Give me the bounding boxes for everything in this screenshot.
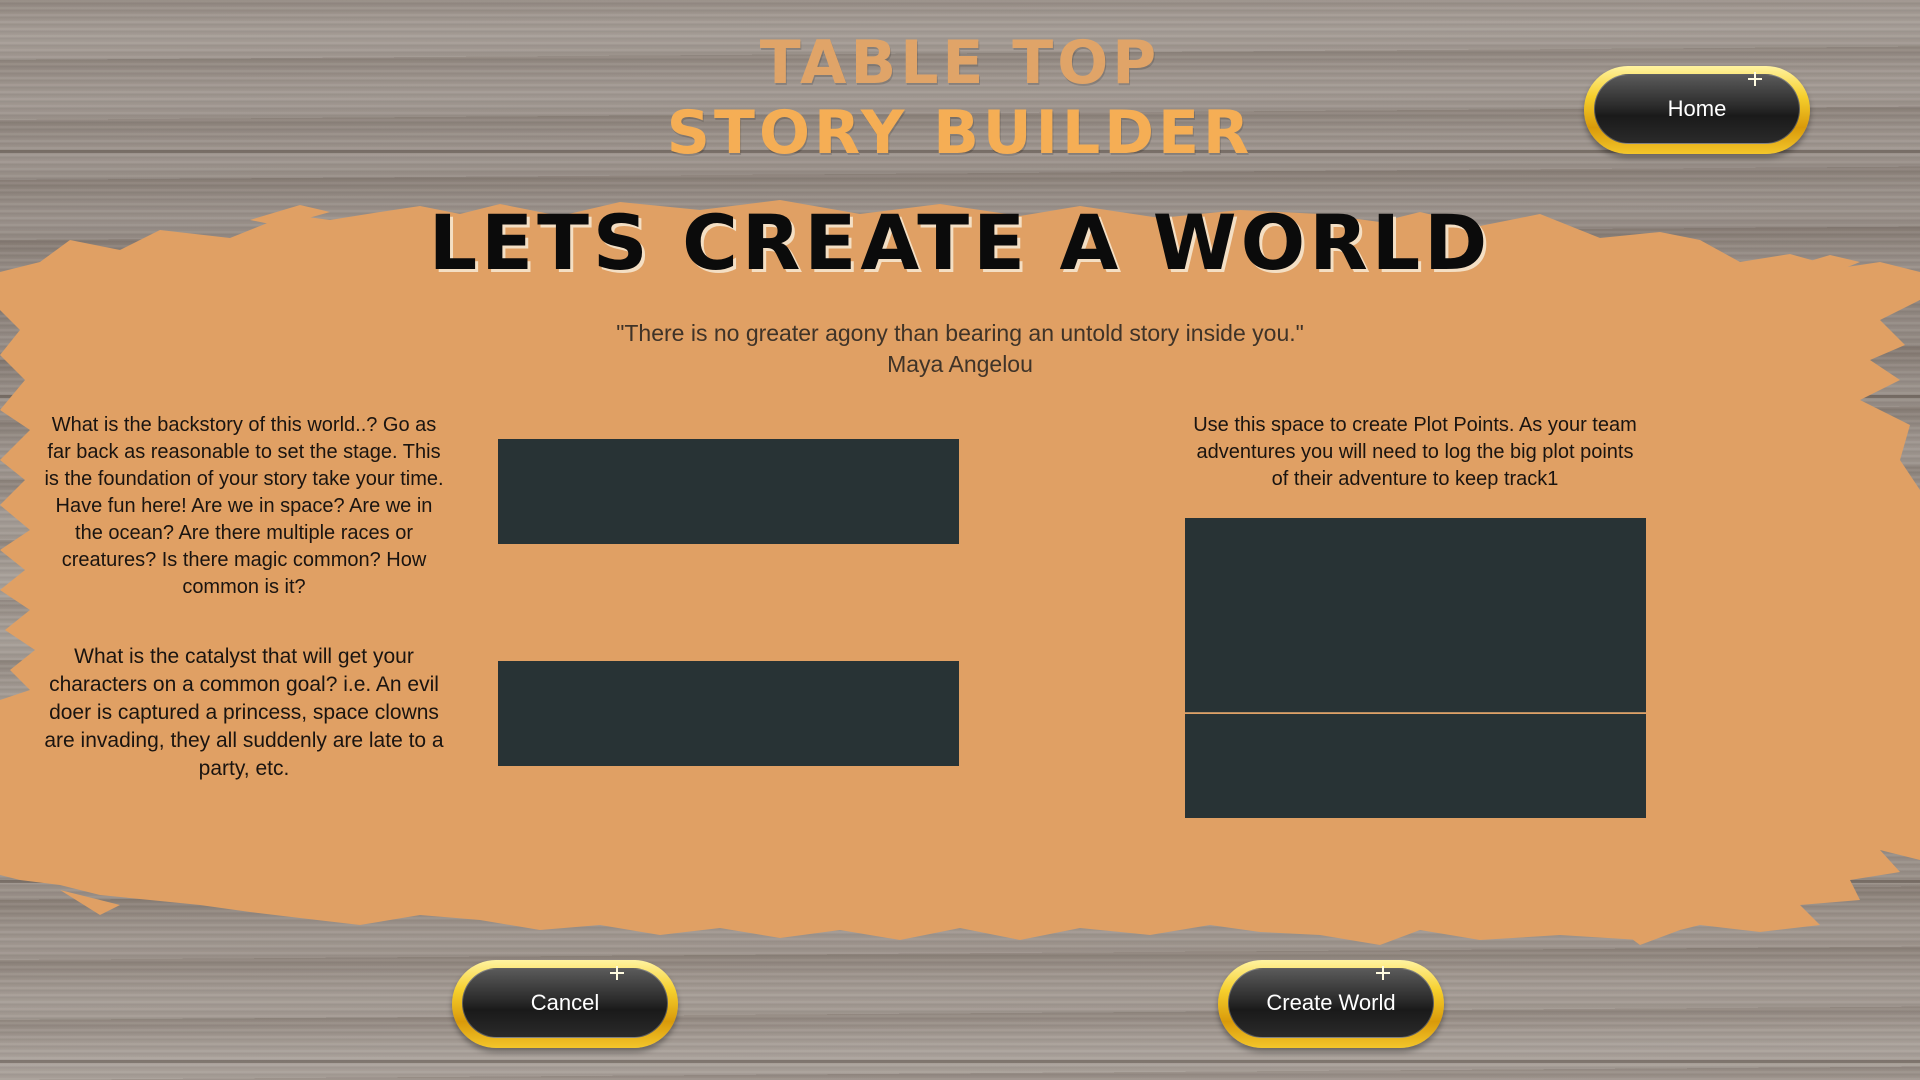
sparkle-icon (1748, 72, 1762, 86)
cancel-button[interactable]: Cancel (452, 960, 678, 1048)
cancel-button-label: Cancel (462, 968, 668, 1038)
home-button[interactable]: Home (1584, 66, 1810, 154)
backstory-input[interactable] (498, 439, 959, 544)
plot-points-input-primary[interactable] (1185, 518, 1646, 712)
quote-author: Maya Angelou (887, 351, 1033, 377)
plot-points-input-secondary[interactable] (1185, 714, 1646, 818)
sparkle-icon (610, 966, 624, 980)
quote-text: "There is no greater agony than bearing … (616, 320, 1304, 346)
catalyst-prompt: What is the catalyst that will get your … (44, 645, 444, 780)
sparkle-icon (1376, 966, 1390, 980)
page-title: LETS CREATE A WORLD (428, 198, 1492, 287)
plot-points-divider (1185, 712, 1646, 713)
create-world-button[interactable]: Create World (1218, 960, 1444, 1048)
create-world-button-label: Create World (1228, 968, 1434, 1038)
backstory-prompt: What is the backstory of this world..? G… (44, 414, 444, 598)
plot-points-prompt: Use this space to create Plot Points. As… (1193, 414, 1637, 490)
catalyst-input[interactable] (498, 661, 959, 766)
home-button-label: Home (1594, 74, 1800, 144)
